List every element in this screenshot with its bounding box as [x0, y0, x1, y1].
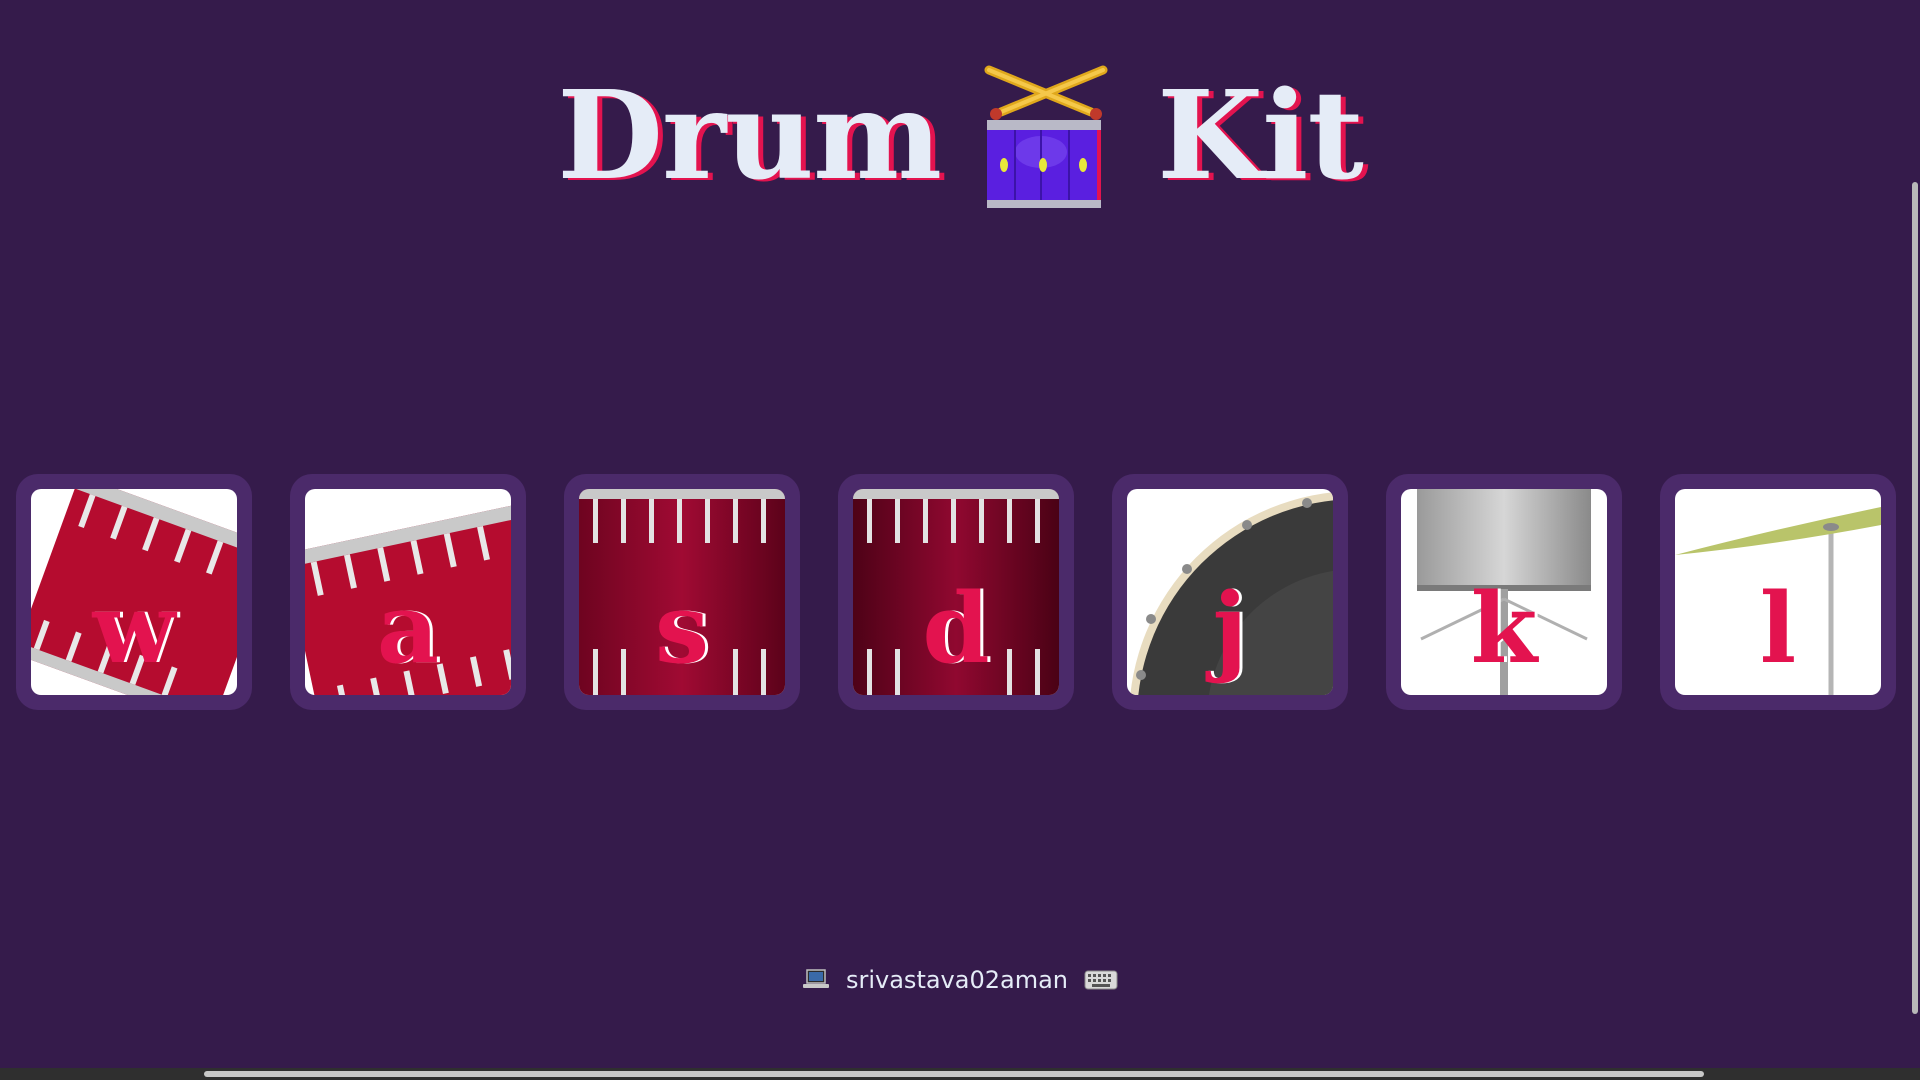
footer-username: srivastava02aman [845, 966, 1069, 994]
key-letter: j [1212, 572, 1248, 685]
tom-drum-image: a [305, 489, 511, 695]
footer-credit: srivastava02aman [0, 966, 1920, 997]
drum-key-j[interactable]: j [1112, 474, 1348, 710]
vertical-scrollbar-thumb[interactable] [1912, 182, 1918, 1014]
key-letter: d [922, 572, 990, 685]
key-letter: l [1759, 572, 1797, 685]
laptop-icon [802, 967, 830, 997]
title-word-kit: Kit [1157, 63, 1364, 207]
hi-hat-image: k [1401, 489, 1607, 695]
tom-drum-image: w [31, 489, 237, 695]
horizontal-scrollbar[interactable] [0, 1068, 1920, 1080]
drum-key-a[interactable]: a [290, 474, 526, 710]
key-letter: k [1470, 572, 1538, 685]
key-letter: s [654, 572, 710, 685]
vertical-scrollbar[interactable] [1908, 0, 1920, 1068]
drum-key-w[interactable]: w [16, 474, 252, 710]
drum-key-d[interactable]: d [838, 474, 1074, 710]
cymbal-image: l [1675, 489, 1881, 695]
drum-kit-page: Drum Kit w a s d j k l srivastava02aman [0, 0, 1920, 1080]
bass-drum-image: j [1127, 489, 1333, 695]
drum-key-l[interactable]: l [1660, 474, 1896, 710]
snare-drum-image: d [853, 489, 1059, 695]
drum-key-s[interactable]: s [564, 474, 800, 710]
key-letter: w [92, 572, 176, 685]
snare-drum-image: s [579, 489, 785, 695]
drum-key-k[interactable]: k [1386, 474, 1622, 710]
horizontal-scrollbar-thumb[interactable] [204, 1071, 1704, 1077]
title-word-drum: Drum [557, 63, 942, 207]
key-letter: a [376, 572, 440, 685]
page-title: Drum Kit [0, 60, 1920, 210]
keyboard-icon [1084, 969, 1118, 997]
drum-emoji-icon [971, 60, 1121, 210]
